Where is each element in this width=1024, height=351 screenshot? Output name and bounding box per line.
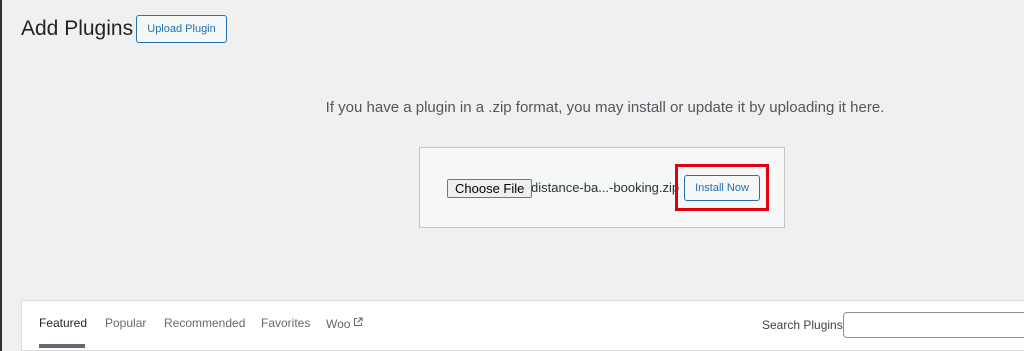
plugin-filter-bar: Featured Popular Recommended Favorites W… (21, 300, 1024, 351)
admin-sidebar-edge (0, 0, 2, 351)
add-plugins-page: Add Plugins Upload Plugin If you have a … (0, 0, 1024, 351)
tab-woo[interactable]: Woo (326, 316, 364, 331)
tab-featured[interactable]: Featured (39, 316, 87, 330)
upload-plugin-button[interactable]: Upload Plugin (136, 15, 227, 43)
search-plugins-input[interactable] (843, 312, 1024, 338)
tab-woo-label: Woo (326, 317, 351, 331)
install-now-button[interactable]: Install Now (684, 175, 760, 201)
selected-file-name: distance-ba...-booking.zip (531, 180, 680, 195)
tab-recommended[interactable]: Recommended (164, 316, 245, 330)
choose-file-button[interactable]: Choose File (447, 179, 533, 198)
upload-instructions: If you have a plugin in a .zip format, y… (325, 99, 885, 116)
page-title: Add Plugins (21, 17, 134, 40)
external-link-icon (353, 316, 364, 330)
current-tab-indicator (39, 344, 85, 348)
upload-plugin-form: Choose File distance-ba...-booking.zip I… (419, 147, 785, 228)
tab-popular[interactable]: Popular (105, 316, 146, 330)
tab-favorites[interactable]: Favorites (261, 316, 310, 330)
search-plugins-label: Search Plugins (762, 318, 843, 332)
